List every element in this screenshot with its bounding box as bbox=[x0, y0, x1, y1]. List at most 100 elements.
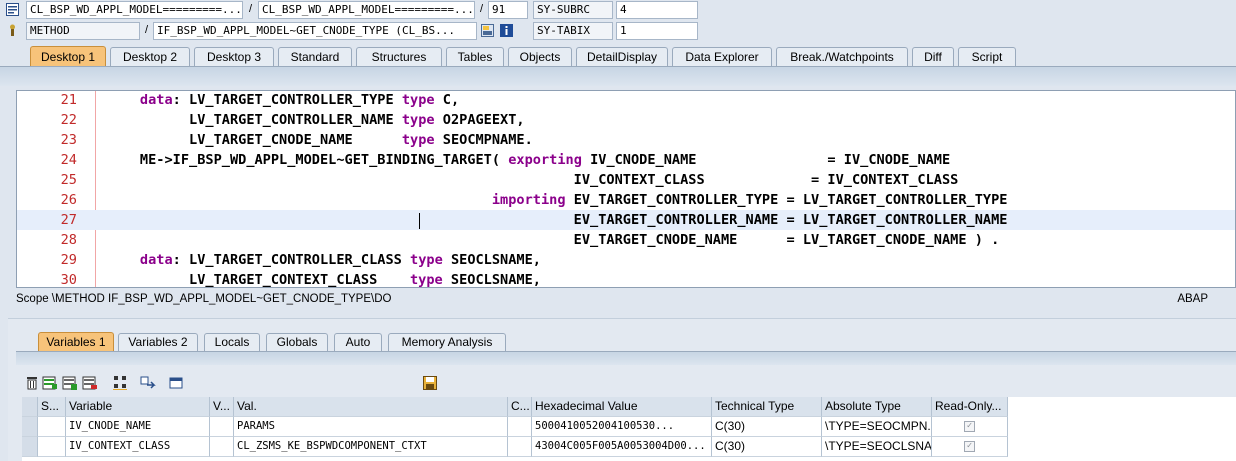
column-header-status[interactable]: S... bbox=[38, 397, 66, 417]
code-token: : LV_TARGET_CONTROLLER_CLASS bbox=[172, 252, 411, 268]
column-header-absolute-type[interactable]: Absolute Type bbox=[822, 397, 932, 417]
variables-grid[interactable]: S... Variable V... Val. C... Hexadecimal… bbox=[22, 397, 1236, 461]
separator: / bbox=[249, 3, 253, 15]
code-line[interactable]: 30 LV_TARGET_CONTEXT_CLASS type SEOCLSNA… bbox=[17, 270, 1235, 288]
column-header-value[interactable]: Val. bbox=[234, 397, 508, 417]
code-token: EV_TARGET_CONTROLLER_TYPE = LV_TARGET_CO… bbox=[565, 192, 1008, 208]
column-header-hex[interactable]: Hexadecimal Value bbox=[532, 397, 712, 417]
tab-variables-2[interactable]: Variables 2 bbox=[118, 333, 198, 351]
hierarchy-icon[interactable] bbox=[112, 375, 128, 391]
cell-absolute-type[interactable]: \TYPE=SEOCLSNA... bbox=[822, 437, 932, 457]
cell-hex[interactable]: 43004C005F005A0053004D00... bbox=[532, 437, 712, 457]
code-line[interactable]: 22 LV_TARGET_CONTROLLER_NAME type O2PAGE… bbox=[17, 110, 1235, 130]
tab-diff[interactable]: Diff bbox=[912, 47, 954, 66]
column-header-variable[interactable]: Variable bbox=[66, 397, 210, 417]
column-header-technical-type[interactable]: Technical Type bbox=[712, 397, 822, 417]
program-icon bbox=[6, 3, 19, 16]
tab-tables[interactable]: Tables bbox=[446, 47, 504, 66]
cell-absolute-type[interactable]: \TYPE=SEOCMPN... bbox=[822, 417, 932, 437]
code-token: C, bbox=[434, 92, 460, 108]
tab-script[interactable]: Script bbox=[958, 47, 1016, 66]
code-keyword: data bbox=[139, 92, 173, 108]
cell-variable[interactable]: IV_CONTEXT_CLASS bbox=[66, 437, 210, 457]
cell-hex[interactable]: 5000410052004100530... bbox=[532, 417, 712, 437]
header-row-event: METHOD / IF_BSP_WD_APPL_MODEL~GET_CNODE_… bbox=[0, 21, 1236, 41]
line-number: 25 bbox=[60, 172, 77, 188]
event-field[interactable]: IF_BSP_WD_APPL_MODEL~GET_CNODE_TYPE (CL_… bbox=[153, 22, 477, 40]
code-line[interactable]: 27 EV_TARGET_CONTROLLER_NAME = LV_TARGET… bbox=[17, 210, 1235, 230]
separator: / bbox=[480, 3, 484, 15]
code-line[interactable]: 23 LV_TARGET_CNODE_NAME type SEOCMPNAME. bbox=[17, 130, 1235, 150]
sysvar-value-1[interactable]: 4 bbox=[616, 1, 698, 19]
save-icon[interactable] bbox=[422, 375, 438, 391]
tab-desktop-3[interactable]: Desktop 3 bbox=[194, 47, 274, 66]
column-header-c[interactable]: C... bbox=[508, 397, 532, 417]
cell-technical-type: C(30) bbox=[712, 437, 822, 457]
grid-header-selector[interactable] bbox=[22, 397, 38, 417]
line-number: 22 bbox=[60, 112, 77, 128]
tab-detaildisplay[interactable]: DetailDisplay bbox=[576, 47, 668, 66]
cell-v bbox=[210, 437, 234, 457]
remove-row-icon[interactable] bbox=[82, 375, 98, 391]
sysvar-name-1: SY-SUBRC bbox=[533, 1, 613, 19]
code-token: IV_CNODE_NAME = IV_CNODE_NAME bbox=[581, 152, 951, 168]
tab-breakpoints[interactable]: Break./Watchpoints bbox=[776, 47, 908, 66]
tab-auto[interactable]: Auto bbox=[334, 333, 382, 351]
code-keyword: importing bbox=[491, 192, 566, 208]
tab-structures[interactable]: Structures bbox=[356, 47, 442, 66]
tab-desktop-1[interactable]: Desktop 1 bbox=[30, 46, 106, 67]
tab-memory-analysis[interactable]: Memory Analysis bbox=[388, 333, 506, 351]
cell-c bbox=[508, 437, 532, 457]
code-line[interactable]: 25 IV_CONTEXT_CLASS = IV_CONTEXT_CLASS bbox=[17, 170, 1235, 190]
code-text: data: LV_TARGET_CONTROLLER_TYPE type C, bbox=[99, 91, 460, 110]
line-number: 30 bbox=[60, 272, 77, 288]
row-selector[interactable] bbox=[22, 417, 38, 437]
code-token: IV_CONTEXT_CLASS = IV_CONTEXT_CLASS bbox=[99, 172, 959, 188]
insert-row-icon[interactable] bbox=[42, 375, 58, 391]
code-line[interactable]: 28 EV_TARGET_CNODE_NAME = LV_TARGET_CNOD… bbox=[17, 230, 1235, 250]
cell-variable[interactable]: IV_CNODE_NAME bbox=[66, 417, 210, 437]
header-row-program: CL_BSP_WD_APPL_MODEL=========... / CL_BS… bbox=[0, 0, 1236, 20]
include-field[interactable]: CL_BSP_WD_APPL_MODEL=========... bbox=[258, 1, 475, 19]
column-header-read-only[interactable]: Read-Only... bbox=[932, 397, 1008, 417]
navigate-icon[interactable] bbox=[140, 375, 156, 391]
display-icon[interactable] bbox=[168, 375, 184, 391]
cell-value[interactable]: CL_ZSMS_KE_BSPWDCOMPONENT_CTXT bbox=[234, 437, 508, 457]
read-only-checkbox: ✓ bbox=[964, 420, 975, 432]
column-header-v[interactable]: V... bbox=[210, 397, 234, 417]
code-token: O2PAGEEXT, bbox=[434, 112, 525, 128]
cell-read-only: ✓ bbox=[932, 417, 1008, 437]
delete-icon[interactable] bbox=[24, 375, 40, 391]
row-selector[interactable] bbox=[22, 437, 38, 457]
tab-variables-1[interactable]: Variables 1 bbox=[38, 332, 114, 352]
code-text: LV_TARGET_CONTEXT_CLASS type SEOCLSNAME, bbox=[99, 270, 541, 288]
tab-objects[interactable]: Objects bbox=[508, 47, 572, 66]
tab-desktop-2[interactable]: Desktop 2 bbox=[110, 47, 190, 66]
cell-value[interactable]: PARAMS bbox=[234, 417, 508, 437]
code-keyword: type bbox=[401, 92, 435, 108]
cell-read-only: ✓ bbox=[932, 437, 1008, 457]
code-text: IV_CONTEXT_CLASS = IV_CONTEXT_CLASS bbox=[99, 170, 959, 190]
code-keyword: data bbox=[139, 252, 173, 268]
append-row-icon[interactable] bbox=[62, 375, 78, 391]
source-display-icon[interactable] bbox=[481, 24, 494, 37]
code-line[interactable]: 21 data: LV_TARGET_CONTROLLER_TYPE type … bbox=[17, 91, 1235, 110]
tab-standard[interactable]: Standard bbox=[278, 47, 352, 66]
code-line[interactable]: 24 ME->IF_BSP_WD_APPL_MODEL~GET_BINDING_… bbox=[17, 150, 1235, 170]
code-text: EV_TARGET_CNODE_NAME = LV_TARGET_CNODE_N… bbox=[99, 230, 1000, 250]
cell-status bbox=[38, 437, 66, 457]
code-token: LV_TARGET_CONTEXT_CLASS bbox=[99, 272, 410, 288]
sysvar-value-2[interactable]: 1 bbox=[616, 22, 698, 40]
line-field[interactable]: 91 bbox=[488, 1, 528, 19]
tab-locals[interactable]: Locals bbox=[204, 333, 260, 351]
program-field[interactable]: CL_BSP_WD_APPL_MODEL=========... bbox=[26, 1, 243, 19]
code-line[interactable]: 26 importing EV_TARGET_CONTROLLER_TYPE =… bbox=[17, 190, 1235, 210]
tab-globals[interactable]: Globals bbox=[266, 333, 328, 351]
tab-data-explorer[interactable]: Data Explorer bbox=[672, 47, 772, 66]
info-icon[interactable] bbox=[500, 24, 513, 37]
code-line[interactable]: 29 data: LV_TARGET_CONTROLLER_CLASS type… bbox=[17, 250, 1235, 270]
line-number: 27 bbox=[60, 212, 77, 228]
scope-text: Scope \METHOD IF_BSP_WD_APPL_MODEL~GET_C… bbox=[16, 293, 392, 305]
source-code-editor[interactable]: 21 data: LV_TARGET_CONTROLLER_TYPE type … bbox=[16, 90, 1236, 288]
cell-status bbox=[38, 417, 66, 437]
